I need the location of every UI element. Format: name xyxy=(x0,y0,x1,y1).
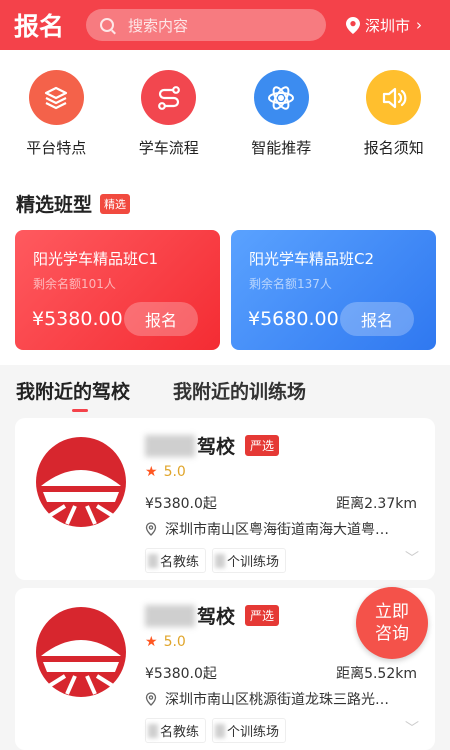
search-placeholder: 搜索内容 xyxy=(128,16,189,35)
consult-now-button[interactable]: 立即 咨询 xyxy=(356,587,428,659)
location-pin-icon xyxy=(346,16,360,34)
school-name-text: 驾校 xyxy=(197,436,236,458)
school-distance: 距离2.37km xyxy=(336,496,417,512)
tag-grounds: 个训练场 xyxy=(212,548,287,573)
tag-text: 个训练场 xyxy=(227,725,280,740)
location-pin-icon xyxy=(145,692,157,706)
class-name: 阳光学车精品班C2 xyxy=(249,250,375,268)
school-distance: 距离5.52km xyxy=(336,666,417,682)
page-title: 报名 xyxy=(14,12,65,41)
category-label: 报名须知 xyxy=(363,139,424,157)
category-smart-recommend[interactable]: 智能推荐 xyxy=(231,70,331,158)
signup-button[interactable]: 报名 xyxy=(124,302,198,336)
tag-coaches: 名教练 xyxy=(145,548,207,573)
chevron-right-icon: › xyxy=(416,16,423,34)
app-header: 报名 搜索内容 深圳市 › xyxy=(0,0,450,50)
signup-button[interactable]: 报名 xyxy=(340,302,414,336)
tag-grounds: 个训练场 xyxy=(212,718,287,743)
class-name: 阳光学车精品班C1 xyxy=(33,250,159,268)
category-label: 智能推荐 xyxy=(251,139,312,157)
city-name: 深圳市 xyxy=(365,16,411,35)
chevron-down-icon[interactable]: ﹀ xyxy=(405,548,419,568)
tag-text: 个训练场 xyxy=(227,555,280,570)
class-price: ¥5380.00 xyxy=(32,308,123,330)
tag-text: 名教练 xyxy=(160,725,200,740)
consult-line2: 咨询 xyxy=(375,624,409,644)
tag-coaches: 名教练 xyxy=(145,718,207,743)
chevron-down-icon[interactable]: ﹀ xyxy=(405,718,419,738)
layers-icon xyxy=(28,70,84,125)
address-text: 深圳市南山区桃源街道龙珠三路光… xyxy=(165,692,389,708)
selected-badge: 严选 xyxy=(245,605,280,626)
category-signup-notice[interactable]: 报名须知 xyxy=(344,70,444,158)
category-label: 学车流程 xyxy=(138,139,199,157)
city-selector[interactable]: 深圳市 › xyxy=(346,15,422,36)
featured-badge: 精选 xyxy=(100,193,131,214)
tab-nearby-schools[interactable]: 我附近的驾校 xyxy=(16,377,131,412)
rating-value: 5.0 xyxy=(163,464,186,480)
tab-label: 我附近的训练场 xyxy=(173,380,307,403)
school-price: ¥5380.0起 xyxy=(145,666,217,682)
school-rating: ★ 5.0 xyxy=(145,464,186,480)
class-remaining: 剩余名额137人 xyxy=(249,277,332,291)
redacted-name xyxy=(145,434,195,457)
active-tab-indicator xyxy=(72,408,88,412)
selected-badge: 严选 xyxy=(245,435,280,456)
school-price: ¥5380.0起 xyxy=(145,496,217,512)
featured-section-header: 精选班型 精选 xyxy=(16,190,131,217)
category-learning-process[interactable]: 学车流程 xyxy=(119,70,219,158)
school-tags: 名教练 个训练场 xyxy=(145,718,292,743)
redacted-name xyxy=(145,604,195,627)
rating-value: 5.0 xyxy=(163,634,186,650)
school-rating: ★ 5.0 xyxy=(145,634,186,650)
address-text: 深圳市南山区粤海街道南海大道粤… xyxy=(165,522,389,538)
tag-text: 名教练 xyxy=(160,555,200,570)
location-pin-icon xyxy=(145,522,157,536)
category-platform-features[interactable]: 平台特点 xyxy=(6,70,106,158)
tab-nearby-training-grounds[interactable]: 我附近的训练场 xyxy=(173,377,306,404)
school-tags: 名教练 个训练场 xyxy=(145,548,292,573)
school-name: 驾校 严选 xyxy=(145,432,280,459)
class-card-c1[interactable]: 阳光学车精品班C1 剩余名额101人 ¥5380.00 报名 xyxy=(15,230,220,350)
nearby-tabs: 我附近的驾校 我附近的训练场 xyxy=(0,365,450,415)
atom-icon xyxy=(253,70,309,125)
category-label: 平台特点 xyxy=(26,139,87,157)
school-address: 深圳市南山区粤海街道南海大道粤… xyxy=(145,519,389,539)
consult-line1: 立即 xyxy=(375,602,409,622)
school-name: 驾校 严选 xyxy=(145,602,280,629)
tab-label: 我附近的驾校 xyxy=(16,380,131,403)
speaker-icon xyxy=(366,70,422,125)
star-icon: ★ xyxy=(145,634,158,650)
school-name-text: 驾校 xyxy=(197,606,236,628)
school-address: 深圳市南山区桃源街道龙珠三路光… xyxy=(145,689,389,709)
class-price: ¥5680.00 xyxy=(248,308,339,330)
route-icon xyxy=(141,70,197,125)
search-icon xyxy=(100,18,114,32)
class-remaining: 剩余名额101人 xyxy=(33,277,116,291)
school-card[interactable]: 驾校 严选 ★ 5.0 ¥5380.0起 距离2.37km 深圳市南山区粤海街道… xyxy=(15,418,435,580)
class-card-c2[interactable]: 阳光学车精品班C2 剩余名额137人 ¥5680.00 报名 xyxy=(231,230,436,350)
search-bar[interactable]: 搜索内容 xyxy=(86,9,326,41)
school-logo-icon xyxy=(36,437,126,527)
category-row: 平台特点 学车流程 智能推荐 报名须知 xyxy=(0,50,450,158)
section-title: 精选班型 xyxy=(16,194,93,216)
school-logo-icon xyxy=(36,607,126,697)
top-section: 平台特点 学车流程 智能推荐 报名须知 精选班型 精选 阳光学车精品班C1 剩余… xyxy=(0,50,450,365)
star-icon: ★ xyxy=(145,464,158,480)
